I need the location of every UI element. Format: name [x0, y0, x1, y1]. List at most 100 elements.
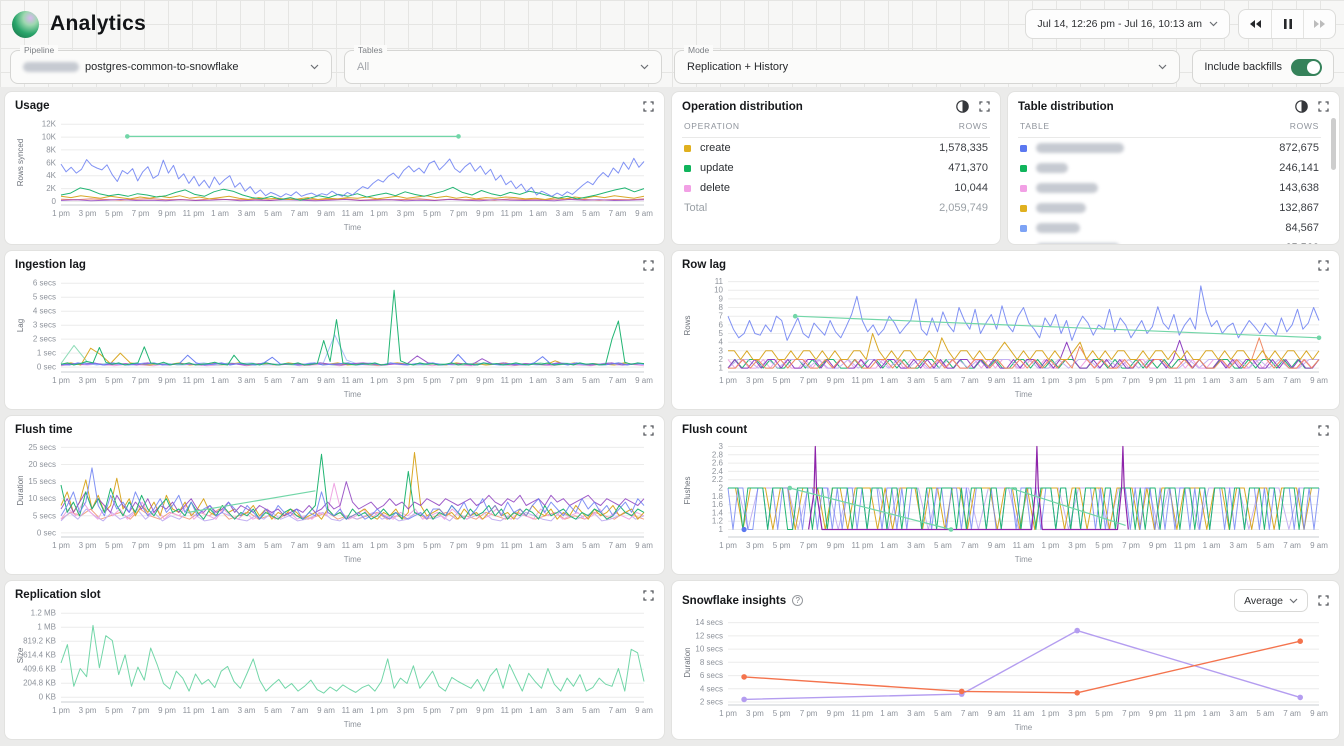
redacted-table-name [1036, 163, 1068, 173]
legend-swatch [1020, 165, 1027, 172]
svg-text:3 am: 3 am [556, 706, 574, 715]
svg-text:7 am: 7 am [609, 209, 627, 218]
snowflake-insights-chart: 2 secs4 secs6 secs8 secs10 secs12 secs14… [682, 613, 1329, 736]
expand-icon[interactable] [643, 425, 654, 436]
svg-text:9 am: 9 am [317, 541, 335, 550]
include-backfills-label: Include backfills [1204, 61, 1282, 73]
chevron-down-icon [1289, 598, 1298, 604]
svg-text:1 am: 1 am [880, 541, 898, 550]
svg-text:7 am: 7 am [609, 541, 627, 550]
pie-chart-toggle-icon[interactable] [956, 100, 969, 113]
legend-swatch [1020, 185, 1027, 192]
legend-swatch [684, 165, 691, 172]
svg-text:7: 7 [719, 312, 724, 321]
date-range-picker[interactable]: Jul 14, 12:26 pm - Jul 16, 10:13 am [1025, 9, 1230, 39]
svg-text:5 am: 5 am [582, 376, 600, 385]
svg-text:7 am: 7 am [291, 541, 309, 550]
expand-icon[interactable] [1318, 101, 1329, 112]
svg-text:2: 2 [719, 484, 724, 493]
svg-text:3 am: 3 am [1230, 541, 1248, 550]
svg-text:11 pm: 11 pm [183, 209, 205, 218]
app-logo-icon [12, 11, 39, 38]
svg-text:3: 3 [719, 442, 724, 451]
scrollbar-thumb[interactable] [1331, 118, 1336, 170]
svg-text:9 am: 9 am [988, 541, 1006, 550]
svg-text:1 pm: 1 pm [1042, 709, 1060, 718]
svg-text:1.2 MB: 1.2 MB [31, 609, 56, 618]
svg-text:11 am: 11 am [1013, 376, 1035, 385]
svg-text:9 pm: 9 pm [1149, 541, 1167, 550]
table-row: 84,567 [1018, 218, 1321, 238]
mode-select[interactable]: Mode Replication + History [674, 50, 1180, 84]
svg-text:7 am: 7 am [961, 541, 979, 550]
svg-text:7 am: 7 am [609, 706, 627, 715]
svg-text:5 pm: 5 pm [423, 376, 441, 385]
help-icon[interactable]: ? [792, 595, 803, 606]
svg-text:3 am: 3 am [907, 709, 925, 718]
tables-select[interactable]: Tables All [344, 50, 662, 84]
svg-text:9 pm: 9 pm [1149, 376, 1167, 385]
svg-text:3 am: 3 am [238, 706, 256, 715]
svg-text:7 pm: 7 pm [800, 541, 818, 550]
expand-icon[interactable] [1318, 425, 1329, 436]
redacted-table-name [1036, 143, 1124, 153]
include-backfills-control: Include backfills [1192, 50, 1334, 84]
svg-text:9 am: 9 am [635, 376, 653, 385]
svg-text:20 secs: 20 secs [28, 460, 56, 469]
fast-forward-button[interactable] [1303, 10, 1335, 38]
expand-icon[interactable] [643, 260, 654, 271]
usage-title: Usage [15, 100, 50, 112]
svg-text:3 pm: 3 pm [79, 376, 97, 385]
rewind-button[interactable] [1239, 10, 1271, 38]
operation-distribution-title: Operation distribution [682, 101, 803, 113]
svg-text:7 pm: 7 pm [800, 709, 818, 718]
svg-text:5 pm: 5 pm [423, 541, 441, 550]
svg-text:11 pm: 11 pm [501, 541, 523, 550]
chevron-down-icon [630, 64, 649, 70]
pie-chart-toggle-icon[interactable] [1295, 100, 1308, 113]
svg-text:1 am: 1 am [211, 376, 229, 385]
svg-text:1 am: 1 am [1203, 709, 1221, 718]
svg-text:9 am: 9 am [317, 209, 335, 218]
svg-text:Time: Time [344, 390, 362, 398]
svg-text:11 am: 11 am [342, 376, 364, 385]
svg-text:9 pm: 9 pm [158, 209, 176, 218]
expand-icon[interactable] [1318, 595, 1329, 606]
svg-text:11 pm: 11 pm [1174, 541, 1196, 550]
svg-text:Rows: Rows [683, 315, 692, 335]
pause-button[interactable] [1271, 10, 1303, 38]
row-lag-title: Row lag [682, 259, 726, 271]
table-row: update471,370 [682, 158, 990, 178]
svg-text:5 pm: 5 pm [105, 376, 123, 385]
expand-icon[interactable] [643, 590, 654, 601]
svg-text:3 pm: 3 pm [1068, 376, 1086, 385]
backfills-toggle[interactable] [1291, 59, 1322, 76]
expand-icon[interactable] [1318, 260, 1329, 271]
svg-text:2.6: 2.6 [712, 459, 724, 468]
pipeline-select[interactable]: Pipeline postgres-common-to-snowflake [10, 50, 332, 84]
svg-text:3 am: 3 am [238, 209, 256, 218]
svg-text:409.6 KB: 409.6 KB [23, 665, 56, 674]
svg-text:9 am: 9 am [1310, 541, 1328, 550]
svg-text:Flushes: Flushes [683, 476, 692, 504]
svg-text:5 am: 5 am [934, 376, 952, 385]
expand-icon[interactable] [979, 101, 990, 112]
expand-icon[interactable] [643, 101, 654, 112]
svg-text:9 pm: 9 pm [827, 541, 845, 550]
table-row: create1,578,335 [682, 138, 990, 158]
metric-select[interactable]: Average [1234, 589, 1308, 612]
svg-text:5 pm: 5 pm [105, 541, 123, 550]
operation-distribution-card: Operation distribution OPERATIONROWS cre… [671, 91, 1001, 245]
replication-slot-card: Replication slot 0 KB204.8 KB409.6 KB614… [4, 580, 665, 740]
ingestion-lag-chart: 0 sec1 sec2 secs3 secs4 secs5 secs6 secs… [15, 272, 654, 403]
svg-text:3 pm: 3 pm [746, 709, 764, 718]
svg-text:3 pm: 3 pm [397, 376, 415, 385]
svg-text:11 pm: 11 pm [183, 541, 205, 550]
svg-text:1 pm: 1 pm [52, 209, 70, 218]
redacted-pipeline-prefix [23, 62, 79, 72]
svg-text:7 pm: 7 pm [800, 376, 818, 385]
svg-text:10 secs: 10 secs [28, 494, 56, 503]
svg-text:7 pm: 7 pm [132, 706, 150, 715]
svg-text:3 pm: 3 pm [79, 706, 97, 715]
svg-text:5 pm: 5 pm [773, 709, 791, 718]
